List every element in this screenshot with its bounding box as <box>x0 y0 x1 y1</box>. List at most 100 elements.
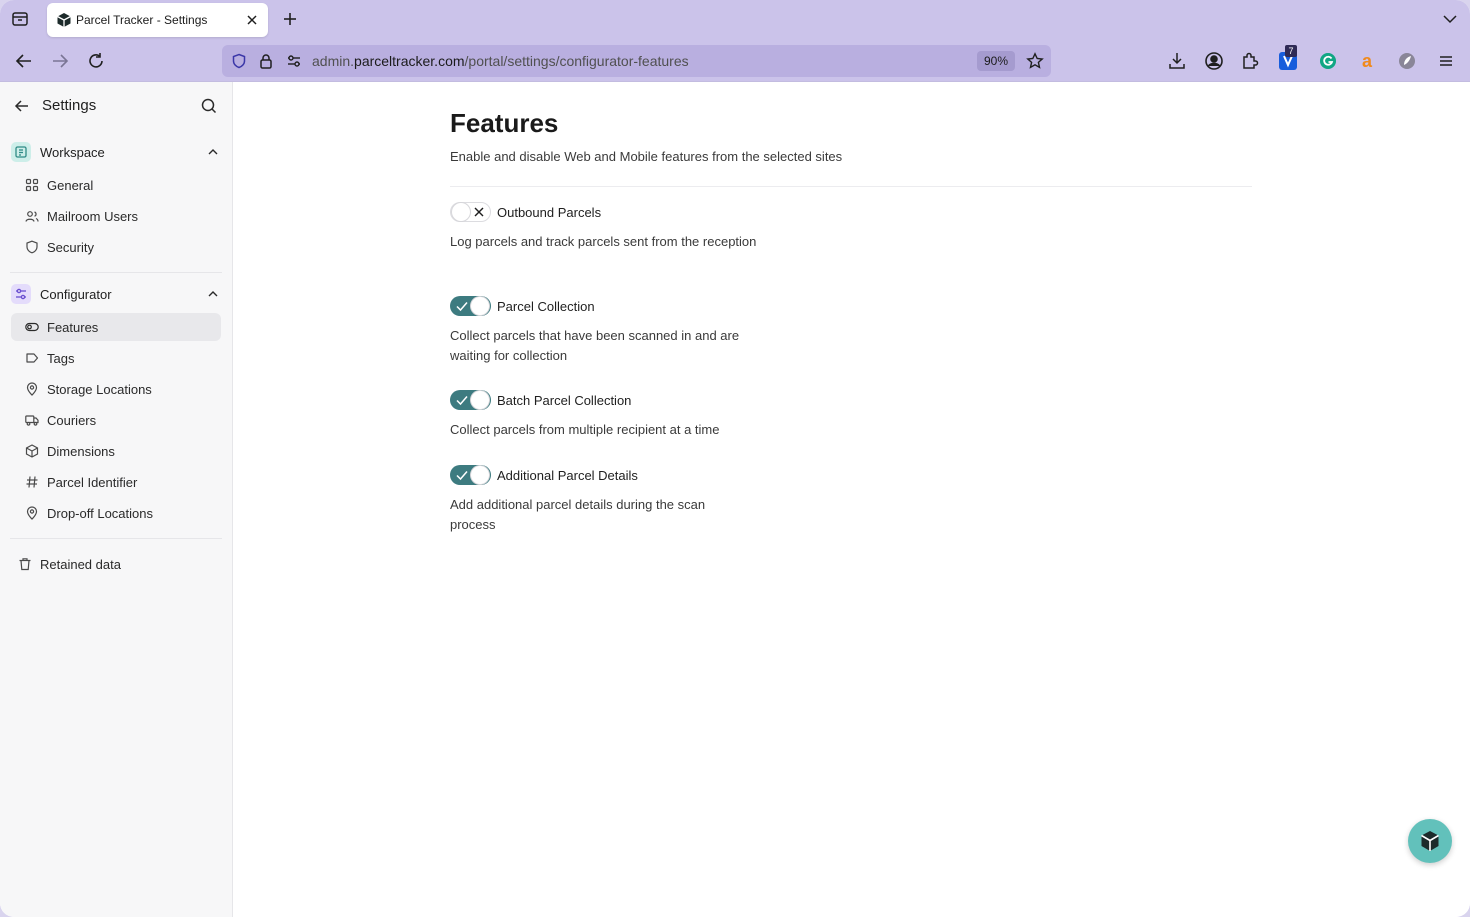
sidebar-item-storage-locations[interactable]: Storage Locations <box>11 375 221 403</box>
content-divider <box>450 186 1252 187</box>
map-pin-icon <box>25 506 39 520</box>
tab-title: Parcel Tracker - Settings <box>76 13 208 27</box>
page-title: Features <box>450 108 559 138</box>
toggle-knob <box>471 466 489 484</box>
toggle-icon <box>25 320 39 334</box>
bookmark-star-icon[interactable] <box>1026 52 1044 70</box>
toggle-knob <box>471 391 489 409</box>
check-icon <box>455 468 469 482</box>
navigation-toolbar: admin.parceltracker.com/portal/settings/… <box>0 40 1470 82</box>
browser-window: Parcel Tracker - Settings admin.parceltr… <box>0 0 1470 917</box>
batch-parcel-collection-toggle[interactable] <box>450 390 491 410</box>
url-host: parceltracker.com <box>354 53 465 69</box>
tracking-shield-icon[interactable] <box>231 53 247 69</box>
hamburger-menu-icon[interactable] <box>1435 50 1457 72</box>
url-path: /portal/settings/configurator-features <box>464 53 689 69</box>
password-manager-extension-icon[interactable]: 7 <box>1277 45 1299 72</box>
feature-name: Outbound Parcels <box>497 205 602 220</box>
grammar-extension-icon[interactable] <box>1317 50 1339 72</box>
box-icon <box>25 444 39 458</box>
sidebar-item-couriers[interactable]: Couriers <box>11 406 221 434</box>
lock-icon[interactable] <box>258 53 274 69</box>
parcel-box-icon <box>1421 831 1439 851</box>
sidebar-divider <box>10 272 222 273</box>
download-icon[interactable] <box>1166 50 1188 72</box>
shopping-extension-icon[interactable]: a <box>1356 50 1378 72</box>
tab-list-icon[interactable] <box>10 9 30 29</box>
sidebar-item-security[interactable]: Security <box>11 233 221 261</box>
leaf-extension-icon[interactable] <box>1396 50 1418 72</box>
page-subtitle: Enable and disable Web and Mobile featur… <box>450 149 843 164</box>
feature-description: Log parcels and track parcels sent from … <box>450 234 757 249</box>
extensions-puzzle-icon[interactable] <box>1239 50 1261 72</box>
active-tab[interactable]: Parcel Tracker - Settings <box>47 3 268 37</box>
sidebar-item-label: Retained data <box>40 557 121 572</box>
workspace-group-header[interactable]: Workspace <box>10 140 222 164</box>
account-icon[interactable] <box>1203 50 1225 72</box>
sidebar-item-general[interactable]: General <box>11 171 221 199</box>
sidebar-item-label: Mailroom Users <box>47 209 139 224</box>
workspace-group-label: Workspace <box>40 145 105 160</box>
truck-icon <box>25 413 39 427</box>
feature-description: Add additional parcel details during the… <box>450 497 706 532</box>
grid-icon <box>25 178 39 192</box>
sidebar-item-label: Couriers <box>47 413 97 428</box>
workspace-icon <box>11 142 31 162</box>
forward-arrow-icon[interactable] <box>49 50 71 72</box>
sidebar-item-label: Security <box>47 240 94 255</box>
sidebar-item-parcel-identifier[interactable]: Parcel Identifier <box>11 468 221 496</box>
sidebar-item-label: Tags <box>47 351 75 366</box>
sidebar-item-label: General <box>47 178 94 193</box>
help-chat-button[interactable] <box>1408 819 1452 863</box>
sidebar-item-label: Parcel Identifier <box>47 475 138 490</box>
trash-icon <box>18 557 32 571</box>
address-bar[interactable]: admin.parceltracker.com/portal/settings/… <box>222 45 1051 77</box>
sidebar-item-retained-data[interactable]: Retained data <box>4 550 214 578</box>
sidebar-header: Settings <box>0 82 232 130</box>
feature-name: Parcel Collection <box>497 299 595 314</box>
url-prefix: admin. <box>312 53 355 69</box>
outbound-parcels-toggle[interactable] <box>450 202 491 222</box>
chevron-up-icon[interactable] <box>206 287 220 301</box>
sidebar-item-tags[interactable]: Tags <box>11 344 221 372</box>
reload-icon[interactable] <box>85 50 107 72</box>
tag-icon <box>25 351 39 365</box>
configurator-group-label: Configurator <box>40 287 112 302</box>
extension-count-badge: 7 <box>1285 45 1297 57</box>
close-tab-icon[interactable] <box>243 11 261 29</box>
settings-sidebar: Settings Workspace General Mailroom User… <box>0 82 233 917</box>
new-tab-icon[interactable] <box>280 9 300 29</box>
sidebar-item-drop-off-locations[interactable]: Drop-off Locations <box>11 499 221 527</box>
sliders-icon <box>11 284 31 304</box>
url-text[interactable]: admin.parceltracker.com/portal/settings/… <box>312 53 689 69</box>
shield-icon <box>25 240 39 254</box>
additional-parcel-details-toggle[interactable] <box>450 465 491 485</box>
check-icon <box>455 393 469 407</box>
zoom-level-badge[interactable]: 90% <box>977 51 1015 71</box>
sidebar-item-dimensions[interactable]: Dimensions <box>11 437 221 465</box>
sidebar-title: Settings <box>42 97 97 114</box>
sidebar-item-label: Drop-off Locations <box>47 506 153 521</box>
chevron-down-icon[interactable] <box>1440 9 1460 29</box>
hash-icon <box>25 475 39 489</box>
sidebar-item-features[interactable]: Features <box>11 313 221 341</box>
x-icon <box>472 205 486 219</box>
sidebar-item-label: Dimensions <box>47 444 115 459</box>
site-permissions-icon[interactable] <box>286 53 302 69</box>
feature-description: Collect parcels from multiple recipient … <box>450 422 720 437</box>
features-page: Features Enable and disable Web and Mobi… <box>233 82 1470 917</box>
sidebar-item-label: Storage Locations <box>47 382 152 397</box>
sidebar-item-mailroom-users[interactable]: Mailroom Users <box>11 202 221 230</box>
back-arrow-icon[interactable] <box>13 97 31 115</box>
parcel-collection-toggle[interactable] <box>450 296 491 316</box>
toggle-knob <box>452 203 470 221</box>
back-arrow-icon[interactable] <box>13 50 35 72</box>
sidebar-item-label: Features <box>47 320 99 335</box>
chevron-up-icon[interactable] <box>206 145 220 159</box>
sidebar-divider <box>10 538 222 539</box>
search-icon[interactable] <box>200 97 218 115</box>
parcel-box-icon <box>56 12 72 28</box>
users-icon <box>25 209 39 223</box>
check-icon <box>455 299 469 313</box>
configurator-group-header[interactable]: Configurator <box>10 282 222 306</box>
